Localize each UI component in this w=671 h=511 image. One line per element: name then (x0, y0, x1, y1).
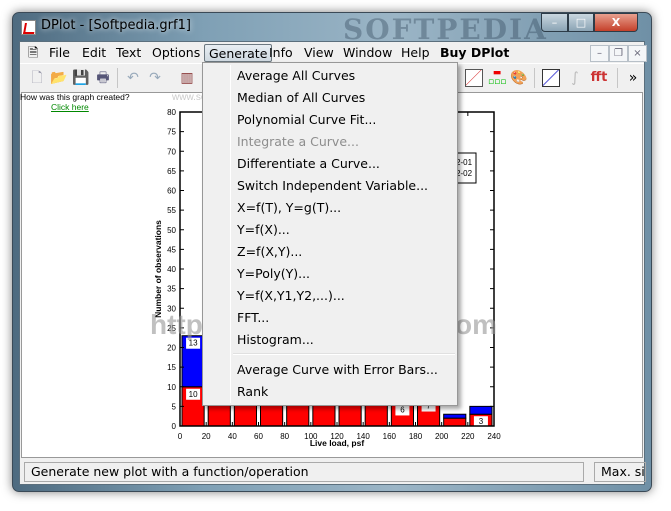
legend-entry: 2-02 (456, 169, 473, 178)
x-tick-label: 80 (280, 432, 289, 441)
y-tick-label: 50 (167, 226, 176, 235)
legend-entry: 2-01 (456, 158, 473, 167)
bar-2-01-200 (443, 417, 467, 427)
y-tick-label: 10 (167, 383, 176, 392)
menu-separator (233, 353, 455, 355)
menu-item-rank[interactable]: Rank (205, 381, 455, 402)
menu-item-fft[interactable]: FFT... (205, 307, 455, 328)
y-axis-label: Number of observations (153, 220, 163, 318)
bar-2-02-220 (469, 405, 493, 415)
data-label: 10 (189, 390, 198, 399)
bar-2-02-200 (443, 413, 467, 419)
menu-item-average-curve-with-error-bars[interactable]: Average Curve with Error Bars... (205, 359, 455, 380)
menu-item-differentiate-a-curve[interactable]: Differentiate a Curve... (205, 153, 455, 174)
menu-item-integrate-a-curve: Integrate a Curve... (237, 134, 359, 149)
x-tick-label: 220 (461, 432, 475, 441)
x-tick-label: 0 (178, 432, 183, 441)
x-axis-label: Live load, psf (310, 438, 364, 448)
y-tick-label: 65 (167, 167, 176, 176)
x-tick-label: 240 (487, 432, 501, 441)
menu-item-y-poly-y[interactable]: Y=Poly(Y)... (205, 263, 455, 284)
x-tick-label: 20 (202, 432, 211, 441)
menu-item-z-f-x-y[interactable]: Z=f(X,Y)... (205, 241, 455, 262)
menu-item-median-of-all-curves[interactable]: Median of All Curves (205, 87, 455, 108)
y-tick-label: 60 (167, 187, 176, 196)
y-tick-label: 15 (167, 363, 176, 372)
y-tick-label: 40 (167, 265, 176, 274)
x-tick-label: 180 (409, 432, 423, 441)
data-label: 13 (189, 339, 198, 348)
menu-item-y-f-x[interactable]: Y=f(X)... (205, 219, 455, 240)
y-tick-label: 70 (167, 147, 176, 156)
http-watermark: http (150, 309, 203, 340)
menu-item-histogram[interactable]: Histogram... (205, 329, 455, 350)
menu-item-x-f-t-y-g-t[interactable]: X=f(T), Y=g(T)... (205, 197, 455, 218)
x-tick-label: 200 (435, 432, 449, 441)
y-tick-label: 45 (167, 245, 176, 254)
data-label: 3 (479, 417, 484, 426)
y-tick-label: 75 (167, 128, 176, 137)
menu-item-switch-independent-variable[interactable]: Switch Independent Variable... (205, 175, 455, 196)
y-tick-label: 0 (172, 422, 177, 431)
y-tick-label: 20 (167, 344, 176, 353)
menu-item-average-all-curves[interactable]: Average All Curves (205, 65, 455, 86)
y-tick-label: 5 (172, 402, 177, 411)
x-tick-label: 160 (383, 432, 397, 441)
com-watermark: om (455, 309, 497, 340)
x-tick-label: 40 (228, 432, 237, 441)
y-tick-label: 55 (167, 206, 176, 215)
generate-menu: Average All Curves Median of All Curves Po… (202, 62, 458, 406)
data-label: 6 (400, 405, 405, 414)
y-tick-label: 80 (167, 108, 176, 117)
menu-item-polynomial-curve-fit[interactable]: Polynomial Curve Fit... (205, 109, 455, 130)
y-tick-label: 35 (167, 285, 176, 294)
x-tick-label: 60 (254, 432, 263, 441)
menu-item-y-f-x-y1-y2[interactable]: Y=f(X,Y1,Y2,...)... (205, 285, 455, 306)
